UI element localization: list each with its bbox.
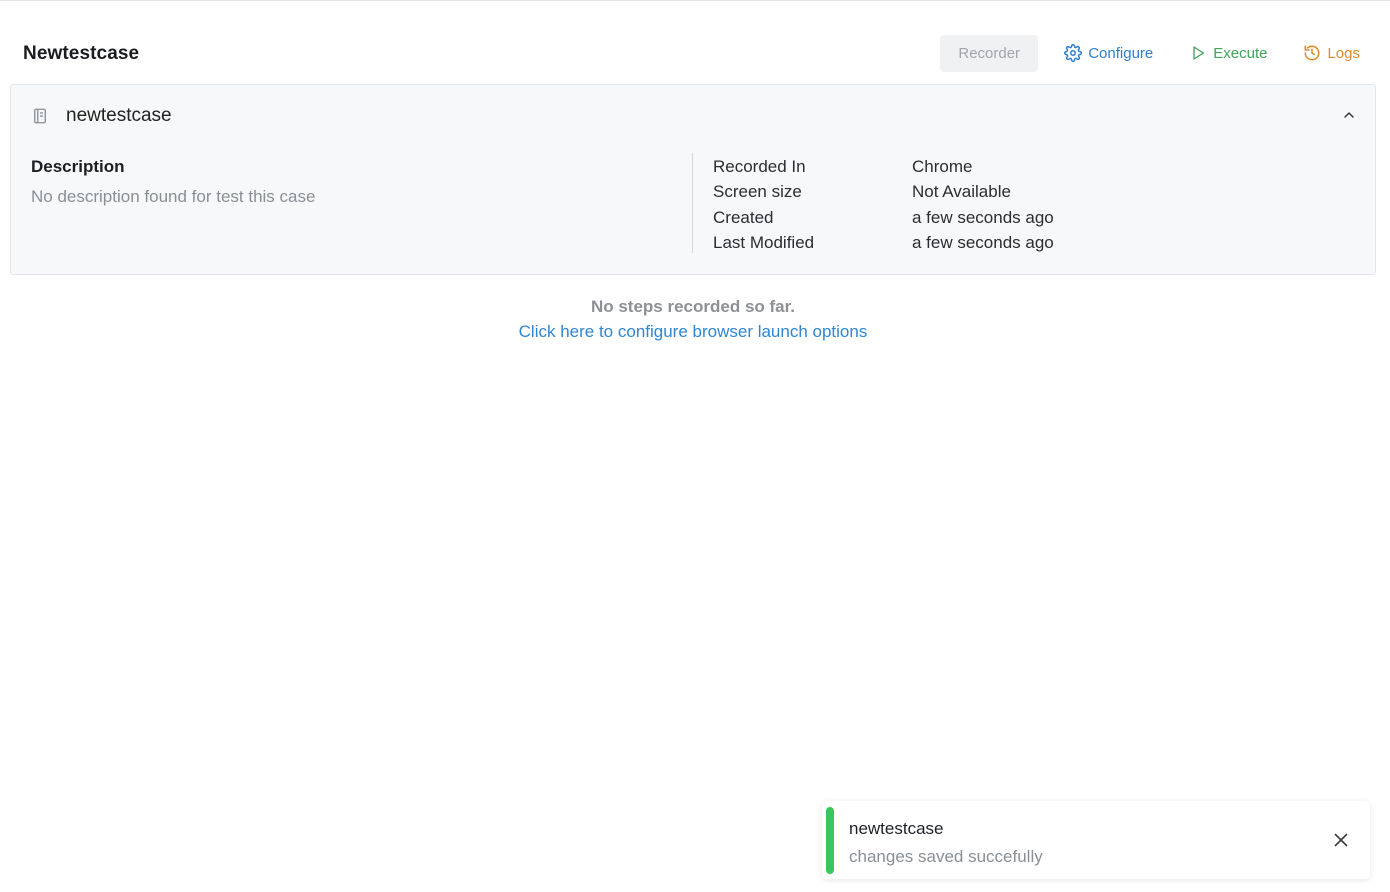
page-header: Newtestcase Recorder Configure Execute L… [0,34,1390,74]
recorder-button-label: Recorder [958,44,1021,62]
execute-button-label: Execute [1213,44,1268,62]
configure-button-label: Configure [1088,44,1154,62]
metadata-value: Chrome [912,157,973,176]
configure-launch-options-link[interactable]: Click here to configure browser launch o… [519,322,868,341]
close-icon[interactable] [1334,833,1348,847]
description-label: Description [31,157,125,176]
metadata-key: Screen size [713,182,802,202]
recorder-button[interactable]: Recorder [940,34,1039,72]
page-title: Newtestcase [23,43,140,64]
metadata-row: Created a few seconds ago [713,208,1054,233]
chevron-up-icon[interactable] [1341,107,1357,123]
metadata-key: Last Modified [713,232,815,252]
metadata-key: Created [713,207,774,227]
metadata-row: Screen size Not Available [713,182,1054,207]
toast-status-bar [826,807,834,874]
empty-steps-message: No steps recorded so far. [590,297,796,316]
logs-button-label: Logs [1327,44,1360,62]
card-header: newtestcase [31,105,172,127]
gear-icon [1064,44,1083,62]
metadata-row: Recorded In Chrome [713,157,1054,182]
document-icon [31,107,49,125]
divider [692,153,693,253]
test-case-name: newtestcase [66,105,172,126]
metadata-row: Last Modified a few seconds ago [713,233,1054,258]
description-text: No description found for test this case [31,187,316,206]
test-case-details-card: newtestcase Description No description f… [10,84,1376,275]
logs-button[interactable]: Logs [1303,44,1360,62]
toast-title: newtestcase [849,819,944,838]
metadata-value: Not Available [912,182,1011,202]
toolbar: Recorder Configure Execute Logs [940,34,1360,72]
configure-button[interactable]: Configure [1064,44,1153,62]
metadata-value: a few seconds ago [912,207,1054,227]
metadata-list: Recorded In Chrome Screen size Not Avail… [713,157,1054,258]
execute-button[interactable]: Execute [1189,44,1267,62]
notification-toast: newtestcase changes saved succefully [822,801,1370,879]
toast-message: changes saved succefully [849,847,1043,866]
history-icon [1303,44,1321,62]
metadata-value: a few seconds ago [912,232,1054,252]
empty-steps-state: No steps recorded so far. Click here to … [0,297,1386,342]
metadata-key: Recorded In [713,157,806,176]
test-case-page: Newtestcase Recorder Configure Execute L… [0,0,1390,892]
play-icon [1189,44,1207,62]
